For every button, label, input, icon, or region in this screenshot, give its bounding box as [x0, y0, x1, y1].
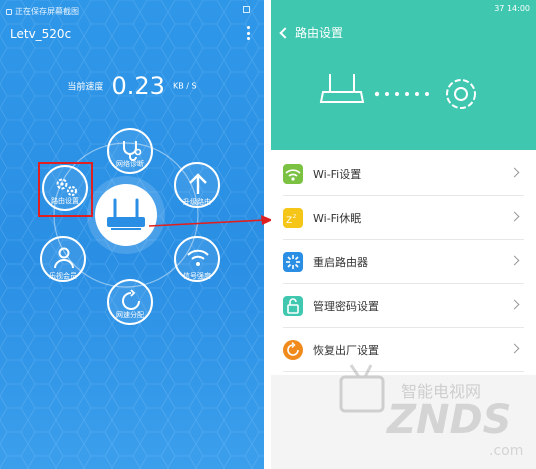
- znds-watermark: 智能电视网 ZNDS .com: [339, 364, 523, 459]
- svg-text:Z: Z: [286, 216, 292, 226]
- network-diagnosis-label: 网络诊断: [116, 160, 144, 168]
- chevron-right-icon: [509, 167, 520, 178]
- settings-gear-icon: [446, 79, 476, 109]
- user-icon: [54, 247, 74, 269]
- watermark-brand: ZNDS: [385, 397, 512, 443]
- watermark-domain: .com: [489, 443, 523, 459]
- chevron-right-icon: [509, 343, 520, 354]
- list-item-label: 重启路由器: [313, 255, 368, 269]
- upgrade-router-label: 升级路由: [183, 198, 211, 206]
- settings-header: 37 14:00 路由设置: [271, 0, 536, 150]
- overflow-menu-icon[interactable]: [246, 26, 250, 40]
- chevron-right-icon: [509, 299, 520, 310]
- chevron-right-icon: [509, 255, 520, 266]
- connection-dots: [374, 91, 429, 97]
- router-connection-illustration: [319, 74, 476, 109]
- list-item-restart-router[interactable]: 重启路由器: [283, 240, 524, 284]
- signal-strength-label: 信号强度: [183, 272, 211, 280]
- router-name-title: Letv_520c: [10, 27, 72, 41]
- letv-member-label: 乐视会员: [49, 272, 77, 280]
- speed-display: 当前速度 0.23 KB / S: [0, 72, 264, 100]
- annotation-arrow: [148, 215, 273, 227]
- speed-label: 当前速度: [67, 82, 104, 93]
- arrow-up-icon: [189, 173, 207, 194]
- page-title: 路由设置: [295, 26, 344, 40]
- svg-text:z: z: [293, 213, 296, 220]
- list-item-label: Wi-Fi休眠: [313, 211, 362, 225]
- restart-icon: [283, 251, 303, 272]
- speed-allocation-label: 网速分配: [116, 311, 144, 319]
- list-item-label: Wi-Fi设置: [313, 167, 362, 181]
- reset-icon: [283, 339, 303, 360]
- screenshot-root: 正在保存屏幕截图 Letv_520c 当前速度 0.23 KB / S 网络诊断…: [0, 0, 536, 469]
- router-outline-icon: [319, 74, 365, 103]
- right-phone-screen: 37 14:00 路由设置 Wi-Fi设置 Z z Wi-Fi休眠 重启路由器 …: [271, 0, 536, 469]
- back-chevron-icon: [279, 26, 291, 39]
- list-item-wifi-sleep[interactable]: Zz Wi-Fi休眠: [283, 196, 524, 240]
- list-item-label: 管理密码设置: [313, 299, 379, 313]
- status-text: 正在保存屏幕截图: [15, 7, 79, 16]
- left-phone-screen: 正在保存屏幕截图 Letv_520c 当前速度 0.23 KB / S 网络诊断…: [0, 0, 264, 469]
- list-item-admin-password[interactable]: 管理密码设置: [283, 284, 524, 328]
- right-status-bar: 37 14:00: [271, 0, 536, 16]
- speed-value: 0.23: [111, 72, 165, 100]
- settings-list: Wi-Fi设置 Zz Wi-Fi休眠 重启路由器 管理密码设置 恢复出厂设置: [271, 150, 536, 375]
- list-item-wifi-settings[interactable]: Wi-Fi设置: [283, 152, 524, 196]
- chevron-right-icon: [509, 211, 520, 222]
- speed-unit: KB / S: [173, 81, 197, 91]
- notification-square-icon: [243, 6, 250, 13]
- status-right-text: 37 14:00: [494, 4, 530, 13]
- highlight-box: [38, 162, 93, 217]
- sleep-icon: Zz: [283, 207, 303, 228]
- left-status-bar: 正在保存屏幕截图: [0, 0, 264, 20]
- back-button[interactable]: 路由设置: [279, 24, 344, 41]
- screenshot-icon: [6, 8, 12, 15]
- wifi-icon: [187, 249, 209, 266]
- wifi-icon: [283, 163, 303, 184]
- tv-logo-icon: [339, 364, 385, 413]
- lock-icon: [283, 295, 303, 316]
